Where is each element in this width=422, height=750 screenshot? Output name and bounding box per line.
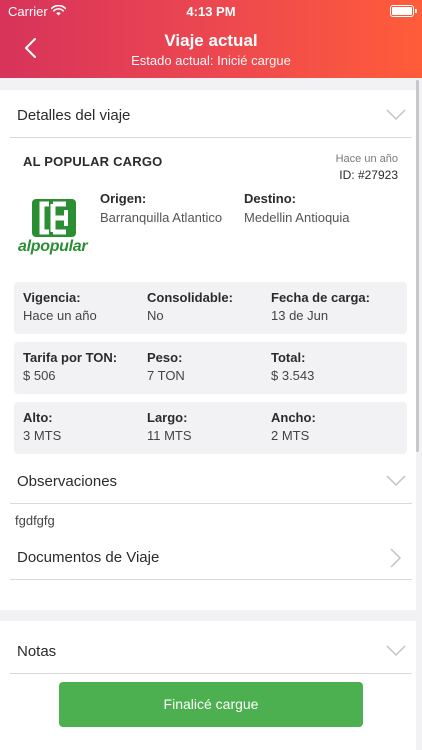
info-value: 7 TON <box>147 368 185 383</box>
info-value: Hace un año <box>23 308 97 323</box>
page-title: Viaje actual <box>164 31 258 50</box>
notes-label: Notas <box>17 643 57 660</box>
chevron-down-icon <box>386 645 406 657</box>
trip-id: ID: #27923 <box>339 168 398 182</box>
info-cell: Ancho: 2 MTS <box>271 410 316 443</box>
battery-icon <box>390 5 417 17</box>
company-logo-mark <box>32 199 76 237</box>
chevron-down-icon <box>386 475 406 487</box>
info-value: 2 MTS <box>271 428 310 443</box>
info-value: $ 3.543 <box>271 368 315 383</box>
info-cell: Consolidable: No <box>147 290 233 323</box>
info-value: No <box>147 308 164 323</box>
notes-section-header[interactable]: Notas <box>10 628 412 674</box>
info-label: Tarifa por TON: <box>23 350 118 365</box>
details-section-header[interactable]: Detalles del viaje <box>10 92 412 138</box>
origin: Origen: Barranquilla Atlantico <box>100 191 222 225</box>
info-cell: Tarifa por TON: $ 506 <box>23 350 117 383</box>
finish-loading-button[interactable]: Finalicé cargue <box>59 682 363 727</box>
info-cell: Alto: 3 MTS <box>23 410 61 443</box>
info-cell: Total: $ 3.543 <box>271 350 314 383</box>
observations-text: fgdfgfg <box>15 513 55 528</box>
destination: Destino: Medellin Antioquia <box>244 191 350 225</box>
documents-row[interactable]: Documentos de Viaje <box>10 534 412 580</box>
info-row-rate: Tarifa por TON: $ 506 Peso: 7 TON Total: $ … <box>14 342 407 394</box>
origin-value: Barranquilla Atlantico <box>100 210 223 225</box>
nav-header: Carrier 4:13 PM Viaje actual Estado actu… <box>0 0 422 78</box>
info-label: Ancho: <box>271 410 316 425</box>
info-cell: Largo: 11 MTS <box>147 410 192 443</box>
company-name: AL POPULAR CARGO <box>23 154 163 169</box>
notes-panel: Notas Finalicé cargue <box>0 621 416 750</box>
chevron-right-icon <box>390 548 402 568</box>
info-label: Total: <box>271 350 306 365</box>
trip-status: Estado actual: Inicié cargue <box>131 53 291 68</box>
observations-section-header[interactable]: Observaciones <box>10 458 412 504</box>
details-section-label: Detalles del viaje <box>17 107 131 124</box>
info-value: 11 MTS <box>147 428 192 443</box>
posted-time: Hace un año <box>335 153 398 165</box>
info-row-validity: Vigencia: Hace un año Consolidable: No Fec… <box>14 282 407 334</box>
info-value: $ 506 <box>23 368 56 383</box>
origin-label: Origen: <box>100 191 147 206</box>
info-label: Vigencia: <box>23 290 81 305</box>
scrollbar[interactable] <box>416 80 419 452</box>
documents-label: Documentos de Viaje <box>17 549 160 566</box>
clock: 4:13 PM <box>186 4 236 19</box>
info-label: Peso: <box>147 350 183 365</box>
logo-text: alpopular <box>18 238 88 255</box>
chevron-down-icon <box>386 109 406 121</box>
info-label: Alto: <box>23 410 53 425</box>
info-value: 3 MTS <box>23 428 62 443</box>
trip-card: Detalles del viaje AL POPULAR CARGO Hace… <box>0 90 416 610</box>
destination-value: Medellin Antioquia <box>244 210 350 225</box>
info-cell: Peso: 7 TON <box>147 350 185 383</box>
company-logo: alpopular <box>18 198 92 256</box>
status-bar: Carrier 4:13 PM <box>0 4 422 20</box>
info-cell: Fecha de carga: 13 de Jun <box>271 290 370 323</box>
destination-label: Destino: <box>244 191 296 206</box>
observations-label: Observaciones <box>17 473 118 490</box>
info-label: Largo: <box>147 410 188 425</box>
info-row-dimensions: Alto: 3 MTS Largo: 11 MTS Ancho: 2 MTS <box>14 402 407 454</box>
info-value: 13 de Jun <box>271 308 329 323</box>
info-label: Consolidable: <box>147 290 233 305</box>
info-label: Fecha de carga: <box>271 290 370 305</box>
info-cell: Vigencia: Hace un año <box>23 290 97 323</box>
